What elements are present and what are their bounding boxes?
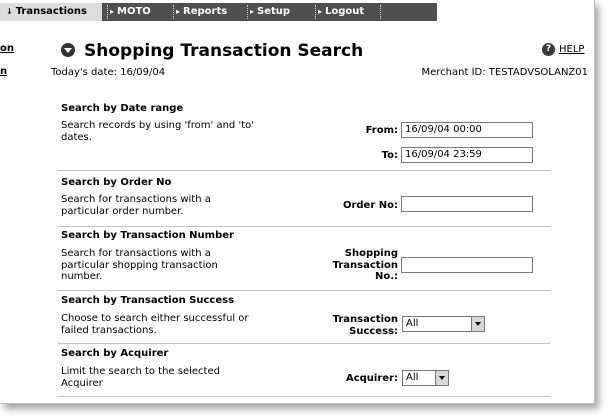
right-arrow-icon: ▸ xyxy=(318,7,323,16)
acquirer-label: Acquirer: xyxy=(345,373,398,384)
divider xyxy=(57,396,551,397)
divider xyxy=(57,170,551,171)
help-link[interactable]: ? HELP xyxy=(542,43,584,56)
divider xyxy=(315,5,316,19)
dropdown-arrow-icon[interactable] xyxy=(471,317,484,331)
collapse-icon[interactable] xyxy=(61,43,75,57)
section-desc-acquirer: Limit the search to the selected Acquire… xyxy=(61,366,220,389)
tab-label: Setup xyxy=(257,6,291,17)
divider xyxy=(107,5,108,19)
label-line: Transaction xyxy=(332,314,398,325)
down-arrow-icon: ↓ xyxy=(6,7,13,16)
label-line: Success: xyxy=(349,325,398,337)
label-line: No.: xyxy=(374,271,398,282)
section-title-txn-number: Search by Transaction Number xyxy=(61,230,234,241)
top-nav: ↓ Transactions ▸ MOTO ▸ Reports ▸ Setup ▸ Log… xyxy=(0,3,437,21)
tab-label: MOTO xyxy=(117,6,151,17)
txn-number-label: Shopping Transaction No.: xyxy=(333,248,398,283)
from-date-input[interactable]: 16/09/04 00:00 xyxy=(401,122,533,138)
divider xyxy=(380,5,381,19)
selected-value: All xyxy=(406,318,419,329)
order-no-input[interactable] xyxy=(401,196,533,212)
txn-number-input[interactable] xyxy=(401,257,533,273)
dropdown-arrow-icon[interactable] xyxy=(435,371,448,385)
section-desc-date: Search records by using 'from' and 'to' … xyxy=(61,120,254,143)
tab-moto[interactable]: ▸ MOTO xyxy=(107,3,151,21)
tab-logout[interactable]: ▸ Logout xyxy=(315,3,365,21)
tab-label: Transactions xyxy=(15,6,88,17)
help-icon: ? xyxy=(542,43,555,56)
sidebar-link[interactable]: n xyxy=(0,65,14,88)
label-line: Transaction xyxy=(332,259,398,271)
right-arrow-icon: ▸ xyxy=(110,7,115,16)
divider xyxy=(173,5,174,19)
section-desc-order: Search for transactions with a particula… xyxy=(61,194,211,217)
section-desc-txn-number: Search for transactions with a particula… xyxy=(61,248,218,282)
sidebar-links: on n xyxy=(0,42,14,88)
help-label: HELP xyxy=(559,44,585,55)
right-arrow-icon: ▸ xyxy=(176,7,181,16)
section-desc-success: Choose to search either successful or fa… xyxy=(61,313,249,336)
txn-success-select[interactable]: All xyxy=(402,316,485,332)
acquirer-select[interactable]: All xyxy=(402,370,449,386)
tab-transactions[interactable]: ↓ Transactions xyxy=(0,3,102,21)
tab-setup[interactable]: ▸ Setup xyxy=(247,3,291,21)
section-title-acquirer: Search by Acquirer xyxy=(61,348,169,359)
merchant-id: Merchant ID: TESTADVSOLANZ01 xyxy=(421,67,589,78)
divider xyxy=(57,290,551,291)
section-title-success: Search by Transaction Success xyxy=(61,295,235,306)
todays-date: Today's date: 16/09/04 xyxy=(51,67,166,78)
section-title-order: Search by Order No xyxy=(61,177,172,188)
label-line: Shopping xyxy=(344,248,398,259)
divider xyxy=(247,5,248,19)
selected-value: All xyxy=(406,372,419,383)
from-label: From: xyxy=(365,125,398,136)
to-label: To: xyxy=(381,150,398,161)
section-title-date: Search by Date range xyxy=(61,103,184,114)
right-arrow-icon: ▸ xyxy=(250,7,255,16)
tab-reports[interactable]: ▸ Reports xyxy=(173,3,228,21)
page-title: Shopping Transaction Search xyxy=(84,41,364,61)
txn-success-label: Transaction Success: xyxy=(333,314,398,337)
divider xyxy=(57,226,551,227)
tab-label: Logout xyxy=(325,6,365,17)
order-no-label: Order No: xyxy=(342,200,398,211)
app-window: ↓ Transactions ▸ MOTO ▸ Reports ▸ Setup ▸ Log… xyxy=(0,0,595,404)
divider xyxy=(57,343,551,344)
sidebar-link[interactable]: on xyxy=(0,42,14,65)
tab-label: Reports xyxy=(183,6,228,17)
to-date-input[interactable]: 16/09/04 23:59 xyxy=(401,147,533,163)
